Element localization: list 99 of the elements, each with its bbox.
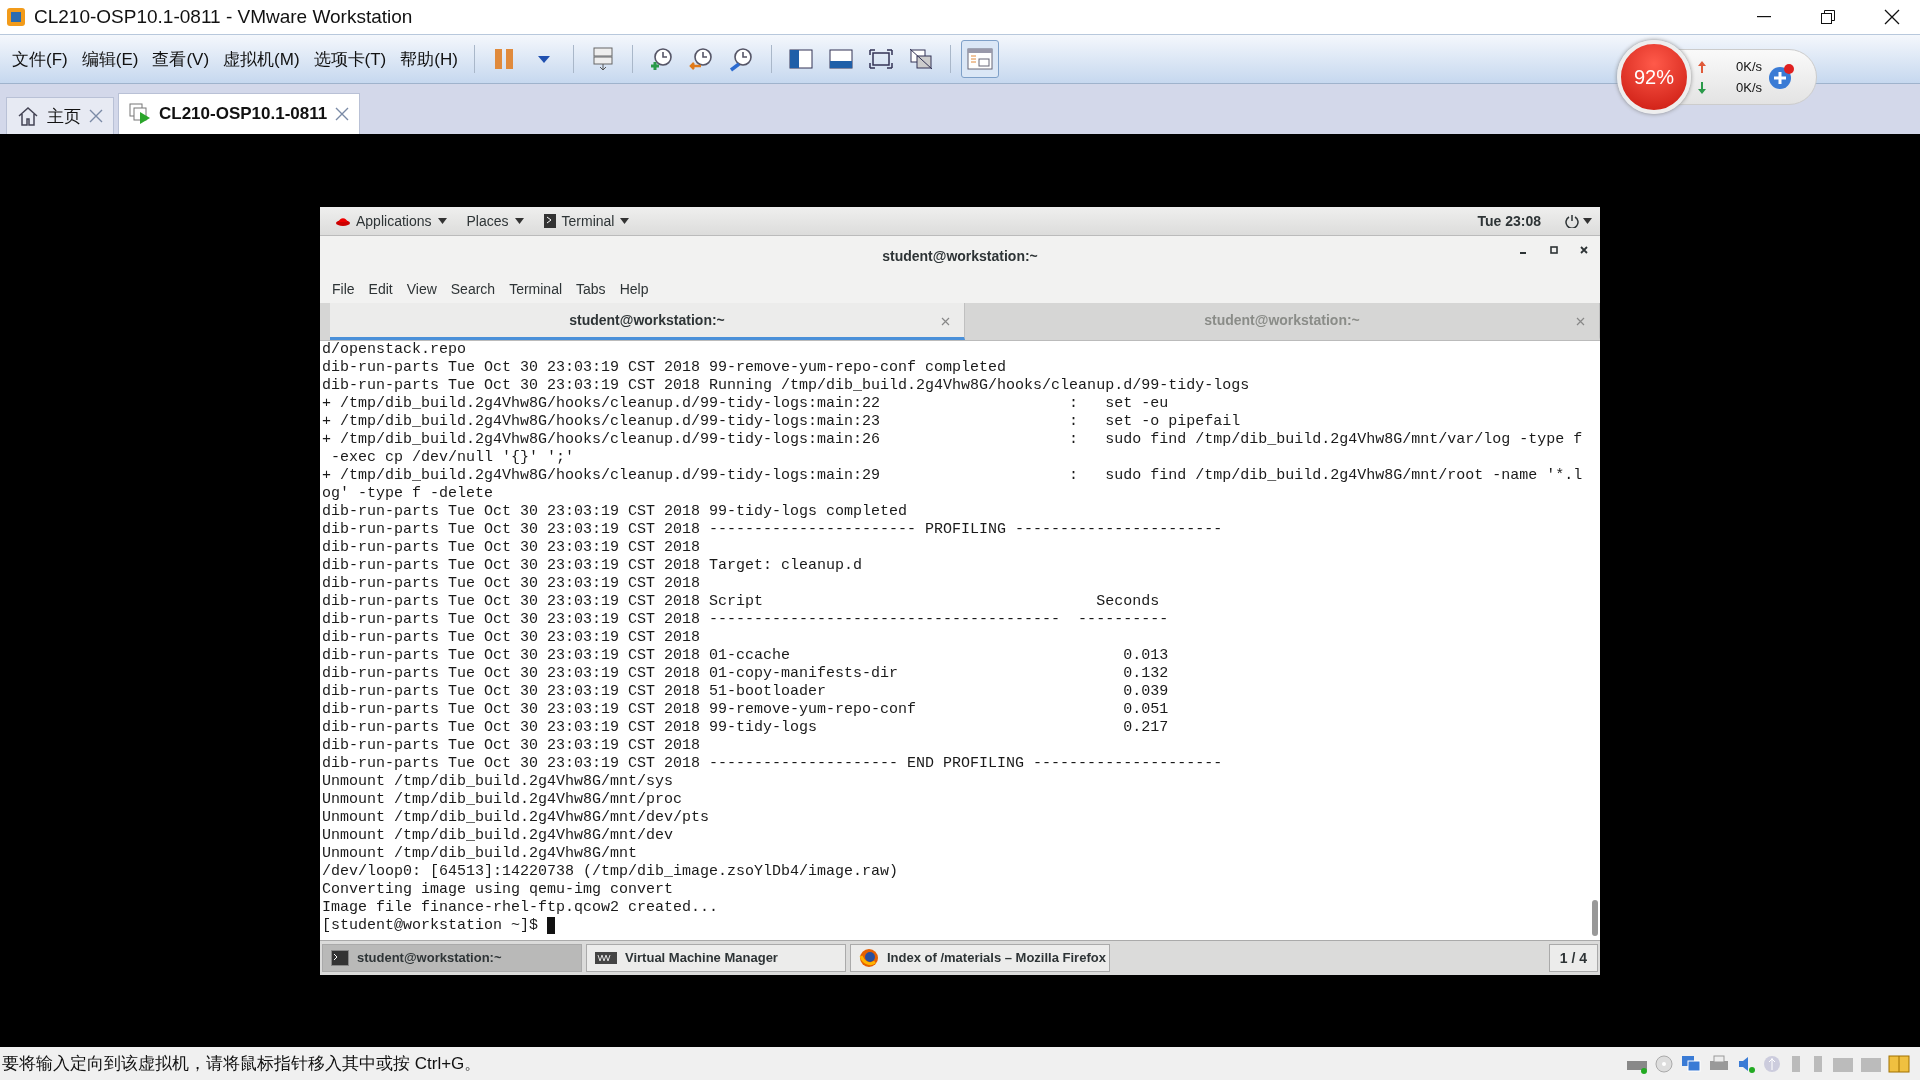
terminal-line: -exec cp /dev/null '{}' ';' (330, 448, 576, 467)
terminal-line: + /tmp/dib_build.2g4Vhw8G/hooks/cleanup.d/99-tidy-logs:main:23 : set -o pipefail (322, 412, 1242, 431)
upload-arrow-icon (1698, 60, 1706, 73)
workspace-indicator[interactable]: 1 / 4 (1548, 943, 1598, 972)
terminal-line: dib-run-parts Tue Oct 30 23:03:19 CST 2018 99-remove-yum-repo-conf completed (322, 358, 1008, 377)
menu-item[interactable]: Edit (362, 281, 399, 297)
terminal-line: Unmount /tmp/dib_build.2g4Vhw8G/mnt/dev/pts (322, 808, 711, 827)
vmware-logo-icon (6, 7, 26, 27)
tab[interactable]: CL210-OSP10.1-0811 (118, 93, 361, 134)
clock: Tue 23:08 (1477, 212, 1542, 229)
firefox-icon (859, 947, 879, 968)
text-cursor (547, 917, 556, 934)
terminal-line: d/openstack.repo (322, 340, 468, 359)
terminal-line: dib-run-parts Tue Oct 30 23:03:19 CST 2018 (322, 628, 702, 647)
top-bar-menu[interactable]: Terminal (535, 206, 638, 235)
menu-item[interactable]: 编辑(E) (75, 47, 145, 71)
download-speed: 0K/s (1736, 80, 1762, 95)
terminal-line: dib-run-parts Tue Oct 30 23:03:19 CST 2018 99-tidy-logs 0.217 (322, 718, 1170, 737)
terminal-line: Unmount /tmp/dib_build.2g4Vhw8G/mnt/sys (322, 772, 675, 791)
vm-icon (129, 103, 151, 125)
home-icon (17, 105, 39, 127)
menu-item[interactable]: View (400, 281, 443, 297)
terminal-line: dib-run-parts Tue Oct 30 23:03:19 CST 2018 Script Seconds (322, 592, 1161, 611)
caret-icon (1583, 217, 1592, 224)
menu-item[interactable]: Help (613, 281, 655, 297)
clock-wrench-icon (728, 46, 755, 72)
menu-item[interactable]: 虚拟机(M) (217, 47, 306, 71)
keyboard-arrow-icon (592, 47, 613, 71)
monitor-icon (595, 950, 617, 965)
tab[interactable]: 主页 (6, 97, 114, 134)
terminal-line: Unmount /tmp/dib_build.2g4Vhw8G/mnt/dev (322, 826, 675, 845)
download-arrow-icon (1698, 81, 1706, 94)
terminal-line: dib-run-parts Tue Oct 30 23:03:19 CST 2018 01-ccache 0.013 (322, 646, 1170, 665)
scrollbar-thumb[interactable] (1592, 899, 1598, 936)
window-title: student@workstation:~ (882, 247, 1038, 264)
terminal-line: Unmount /tmp/dib_build.2g4Vhw8G/mnt (322, 844, 639, 863)
network-icon[interactable] (1680, 1053, 1702, 1074)
menu-item[interactable]: 查看(V) (146, 47, 216, 71)
window-title: CL210-OSP10.1-0811 - VMware Workstation (34, 6, 414, 28)
book-icon[interactable] (1888, 1053, 1910, 1074)
terminal-line: /dev/loop0: [64513]:14220738 (/tmp/dib_image.zsoYlDb4/image.raw) (322, 862, 900, 881)
disc-icon[interactable] (1654, 1053, 1674, 1074)
console-view-button[interactable] (960, 40, 999, 78)
terminal-line: + /tmp/dib_build.2g4Vhw8G/hooks/cleanup.d/99-tidy-logs:main:26 : sudo find /tmp/dib_build.2g4Vhw8G/mnt/var/log -type f (322, 430, 1584, 449)
terminal-icon (331, 949, 349, 966)
menu-item[interactable]: File (326, 281, 361, 297)
menu-item[interactable]: Terminal (503, 281, 569, 297)
terminal-line: Unmount /tmp/dib_build.2g4Vhw8G/mnt/proc (322, 790, 684, 809)
bottom-panel-icon (828, 49, 853, 69)
close-icon (1884, 9, 1900, 25)
taskbar-item[interactable]: Virtual Machine Manager (586, 943, 846, 972)
terminal-line: dib-run-parts Tue Oct 30 23:03:19 CST 2018 99-remove-yum-repo-conf 0.051 (322, 700, 1170, 719)
minimize-icon (1757, 16, 1771, 18)
terminal-tab[interactable]: student@workstation:~ (330, 302, 965, 340)
taskbar-item[interactable]: student@workstation:~ (322, 943, 582, 972)
upload-speed: 0K/s (1736, 59, 1762, 74)
terminal-icon (543, 213, 556, 228)
caret-icon (437, 217, 447, 224)
terminal-line: Converting image using qemu-img convert (322, 880, 675, 899)
window-icon (966, 48, 993, 70)
caret-icon (537, 55, 550, 63)
power-icon[interactable] (1565, 213, 1579, 228)
terminal-line: og' -type f -delete (322, 484, 495, 503)
terminal-line: dib-run-parts Tue Oct 30 23:03:19 CST 2018 Target: cleanup.d (322, 556, 864, 575)
caret-icon (514, 217, 524, 224)
menu-item[interactable]: 帮助(H) (394, 47, 464, 71)
plus-icon[interactable] (1768, 64, 1794, 90)
terminal-line: dib-run-parts Tue Oct 30 23:03:19 CST 2018 --------------------------------------- ---------- (322, 610, 1170, 629)
clock-arrow-icon (688, 46, 715, 72)
restore-icon (1821, 10, 1835, 24)
caret-icon (620, 217, 630, 224)
menu-item[interactable]: 文件(F) (6, 47, 74, 71)
close-icon[interactable] (1580, 245, 1588, 254)
menu-item[interactable]: 选项卡(T) (307, 47, 393, 71)
sidebar-layout-icon (788, 49, 813, 69)
terminal-line: dib-run-parts Tue Oct 30 23:03:19 CST 2018 Running /tmp/dib_build.2g4Vhw8G/hooks/cleanup.d/99-tidy-logs (322, 376, 1251, 395)
top-bar-menu[interactable]: Applications (328, 206, 455, 235)
terminal-line: dib-run-parts Tue Oct 30 23:03:19 CST 2018 ----------------------- PROFILING ----------------------- (322, 520, 1224, 539)
terminal-line: + /tmp/dib_build.2g4Vhw8G/hooks/cleanup.d/99-tidy-logs:main:29 : sudo find /tmp/dib_build.2g4Vhw8G/mnt/root -name '*.l (322, 466, 1584, 485)
menu-item[interactable]: Tabs (570, 281, 612, 297)
pause-icon (493, 48, 514, 70)
terminal-prompt: [student@workstation ~]$ (322, 916, 539, 935)
terminal-line: dib-run-parts Tue Oct 30 23:03:19 CST 2018 (322, 538, 702, 557)
terminal-line: Image file finance-rhel-ftp.qcow2 created... (322, 898, 720, 917)
terminal-line: dib-run-parts Tue Oct 30 23:03:19 CST 2018 01-copy-manifests-dir 0.132 (322, 664, 1170, 683)
menu-item[interactable]: Search (444, 281, 502, 297)
terminal-line: dib-run-parts Tue Oct 30 23:03:19 CST 2018 (322, 574, 702, 593)
terminal-line: dib-run-parts Tue Oct 30 23:03:19 CST 2018 51-bootloader 0.039 (322, 682, 1170, 701)
maximize-icon[interactable] (1550, 245, 1558, 254)
top-bar-menu[interactable]: Places (458, 206, 532, 235)
clock-plus-icon (648, 46, 675, 72)
full-screen-icon (868, 49, 893, 69)
terminal-line: + /tmp/dib_build.2g4Vhw8G/hooks/cleanup.d/99-tidy-logs:main:22 : set -eu (322, 394, 1170, 413)
taskbar-item[interactable]: Index of /materials – Mozilla Firefox (850, 943, 1110, 972)
terminal-line: dib-run-parts Tue Oct 30 23:03:19 CST 2018 --------------------- END PROFILING --------------------- (322, 754, 1224, 773)
crossed-windows-icon (908, 48, 933, 70)
status-message: 要将输入定向到该虚拟机，请将鼠标指针移入其中或按 Ctrl+G。 (2, 1053, 483, 1075)
terminal-line: dib-run-parts Tue Oct 30 23:03:19 CST 2018 99-tidy-logs completed (322, 502, 909, 521)
terminal-line: dib-run-parts Tue Oct 30 23:03:19 CST 2018 (322, 736, 702, 755)
